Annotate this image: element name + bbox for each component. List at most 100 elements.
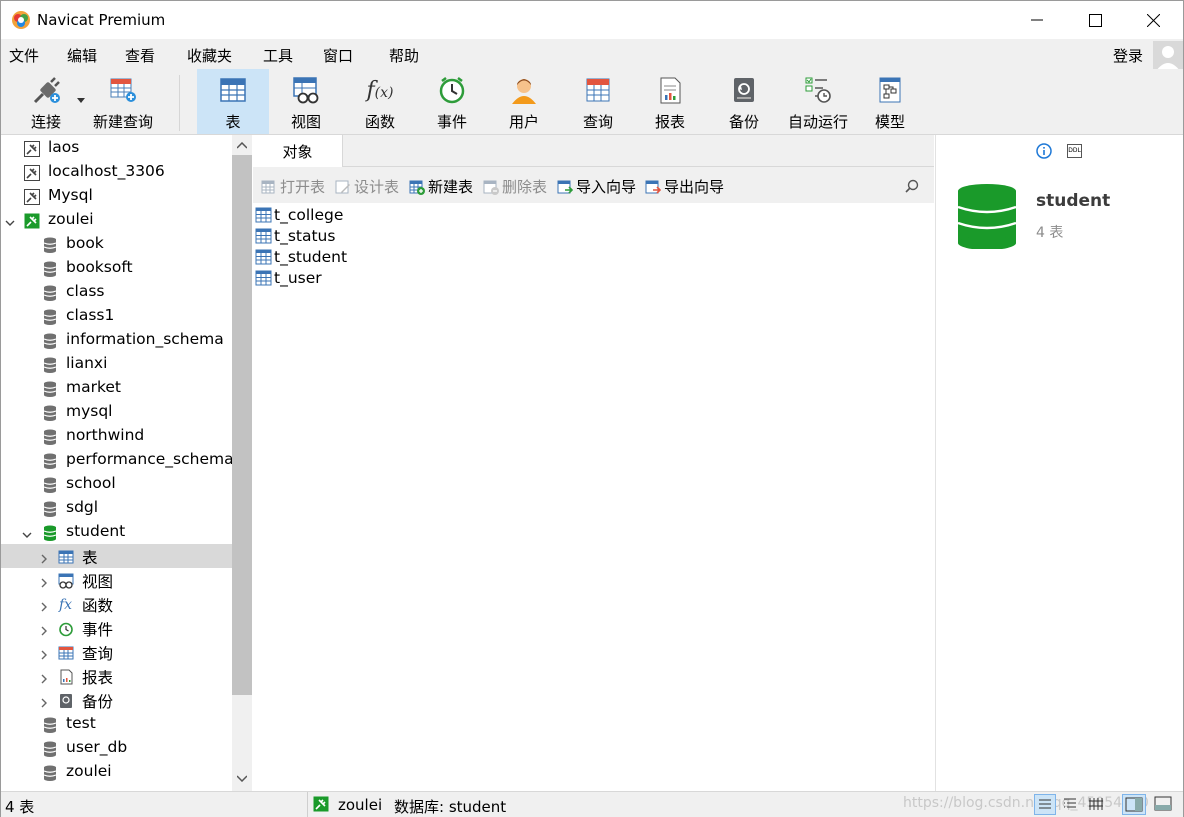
scroll-down-icon[interactable] xyxy=(237,775,247,782)
tree-node-user_db[interactable]: user_db xyxy=(1,736,232,760)
menu-edit[interactable]: 编辑 xyxy=(67,45,97,66)
chevron-right-icon[interactable] xyxy=(39,646,49,664)
tree-node-label: class xyxy=(66,282,105,300)
avatar[interactable] xyxy=(1153,41,1183,71)
menu-file[interactable]: 文件 xyxy=(9,45,39,66)
login-button[interactable]: 登录 xyxy=(1113,45,1143,66)
tree-node--reports[interactable]: 报表 xyxy=(1,664,232,688)
chevron-right-icon[interactable] xyxy=(39,550,49,568)
chevron-down-icon[interactable] xyxy=(77,98,85,104)
tree-node--views[interactable]: 视图 xyxy=(1,568,232,592)
tree-node-laos[interactable]: laos xyxy=(1,136,232,160)
toggle-preview-button[interactable] xyxy=(1152,794,1176,815)
scroll-up-icon[interactable] xyxy=(237,142,247,149)
tree-scrollbar-thumb[interactable] xyxy=(232,155,252,695)
tree-node-lianxi[interactable]: lianxi xyxy=(1,352,232,376)
tree-node--tables[interactable]: 表 xyxy=(1,544,232,568)
toolbar-view-button[interactable]: 视图 xyxy=(273,69,339,134)
menu-tools[interactable]: 工具 xyxy=(263,45,293,66)
tree-node-information_schema[interactable]: information_schema xyxy=(1,328,232,352)
event-icon xyxy=(439,77,465,104)
menu-favorites[interactable]: 收藏夹 xyxy=(187,45,232,66)
minimize-button[interactable] xyxy=(1008,1,1066,39)
watermark-text: https://blog.csdn.net/qq_45054330 xyxy=(903,795,1149,811)
tree-node-booksoft[interactable]: booksoft xyxy=(1,256,232,280)
tree-node-class[interactable]: class xyxy=(1,280,232,304)
menu-view[interactable]: 查看 xyxy=(125,45,155,66)
tree-scrollbar[interactable] xyxy=(232,135,252,791)
chevron-right-icon[interactable] xyxy=(39,670,49,688)
toolbar-backup-button[interactable]: 备份 xyxy=(711,69,777,134)
toolbar-new-query-button[interactable]: 新建查询 xyxy=(89,69,157,134)
database-icon xyxy=(41,284,58,301)
tree-node-label: user_db xyxy=(66,738,128,756)
view-detail-button[interactable] xyxy=(1060,794,1082,815)
navicat-logo-icon xyxy=(12,11,30,29)
open-table-label: 打开表 xyxy=(280,178,326,196)
tree-node-northwind[interactable]: northwind xyxy=(1,424,232,448)
navicat-window: Navicat Premium 文件 编辑 查看 收藏夹 工具 窗口 帮助 登录… xyxy=(0,0,1184,817)
tree-node-Mysql[interactable]: Mysql xyxy=(1,184,232,208)
tree-node-student[interactable]: student xyxy=(1,520,232,544)
report-icon xyxy=(57,668,74,685)
maximize-button[interactable] xyxy=(1066,1,1124,39)
import-wizard-button[interactable]: 导入向导 xyxy=(557,176,636,197)
design-table-button[interactable]: 设计表 xyxy=(335,176,399,197)
toggle-info-panel-button[interactable] xyxy=(1122,794,1146,815)
toolbar-query-button[interactable]: 查询 xyxy=(565,69,631,134)
chevron-right-icon[interactable] xyxy=(39,694,49,712)
export-wizard-button[interactable]: 导出向导 xyxy=(645,176,724,197)
open-table-button[interactable]: 打开表 xyxy=(261,176,325,197)
search-icon[interactable] xyxy=(905,179,919,193)
tree-node-book[interactable]: book xyxy=(1,232,232,256)
toolbar-table-button[interactable]: 表 xyxy=(197,69,269,134)
tree-node-zoulei[interactable]: zoulei xyxy=(1,760,232,784)
tree-node--queries[interactable]: 查询 xyxy=(1,640,232,664)
ddl-icon[interactable]: DDL xyxy=(1067,144,1082,158)
tree-node--functions[interactable]: fx 函数 xyxy=(1,592,232,616)
tree-node-label: booksoft xyxy=(66,258,133,276)
tree-node-test[interactable]: test xyxy=(1,712,232,736)
toolbar-model-button[interactable]: 模型 xyxy=(859,69,921,134)
tree-node--events[interactable]: 事件 xyxy=(1,616,232,640)
tree-node-label: student xyxy=(66,522,126,540)
delete-table-button[interactable]: 删除表 xyxy=(483,176,547,197)
info-icon[interactable] xyxy=(1036,143,1052,159)
tree-node--backups[interactable]: 备份 xyxy=(1,688,232,712)
tree-node-class1[interactable]: class1 xyxy=(1,304,232,328)
table-row[interactable]: t_student xyxy=(255,246,347,267)
tree-node-label: 事件 xyxy=(82,621,114,639)
chevron-down-icon[interactable] xyxy=(22,526,32,544)
menu-help[interactable]: 帮助 xyxy=(389,45,419,66)
table-row[interactable]: t_user xyxy=(255,267,322,288)
table-row[interactable]: t_status xyxy=(255,225,335,246)
menu-window[interactable]: 窗口 xyxy=(323,45,353,66)
new-table-button[interactable]: 新建表 xyxy=(409,176,473,197)
view-grid-button[interactable] xyxy=(1086,794,1108,815)
tree-node-performance_schema[interactable]: performance_schema xyxy=(1,448,232,472)
tab-objects[interactable]: 对象 xyxy=(253,135,343,167)
toolbar-connect-button[interactable]: 连接 xyxy=(19,69,73,134)
tree-node-zoulei[interactable]: zoulei xyxy=(1,208,232,232)
tree-node-sdgl[interactable]: sdgl xyxy=(1,496,232,520)
table-row[interactable]: t_college xyxy=(255,204,343,225)
tree-node-localhost_3306[interactable]: localhost_3306 xyxy=(1,160,232,184)
toolbar-backup-label: 备份 xyxy=(728,113,759,131)
tree-node-market[interactable]: market xyxy=(1,376,232,400)
maximize-icon xyxy=(1088,13,1102,27)
tree-node-mysql[interactable]: mysql xyxy=(1,400,232,424)
toolbar-automation-button[interactable]: 自动运行 xyxy=(783,69,853,134)
chevron-down-icon[interactable] xyxy=(5,214,15,232)
chevron-right-icon[interactable] xyxy=(39,598,49,616)
close-button[interactable] xyxy=(1124,1,1182,39)
toolbar-user-button[interactable]: 用户 xyxy=(491,69,557,134)
new-table-label: 新建表 xyxy=(428,178,474,196)
chevron-right-icon[interactable] xyxy=(39,622,49,640)
toolbar-report-button[interactable]: 报表 xyxy=(637,69,703,134)
view-list-button[interactable] xyxy=(1034,794,1056,815)
chevron-right-icon[interactable] xyxy=(39,574,49,592)
toolbar-event-button[interactable]: 事件 xyxy=(419,69,485,134)
tree-node-school[interactable]: school xyxy=(1,472,232,496)
toolbar-function-button[interactable]: f(x) 函数 xyxy=(347,69,413,134)
status-count: 4 表 xyxy=(5,798,35,816)
